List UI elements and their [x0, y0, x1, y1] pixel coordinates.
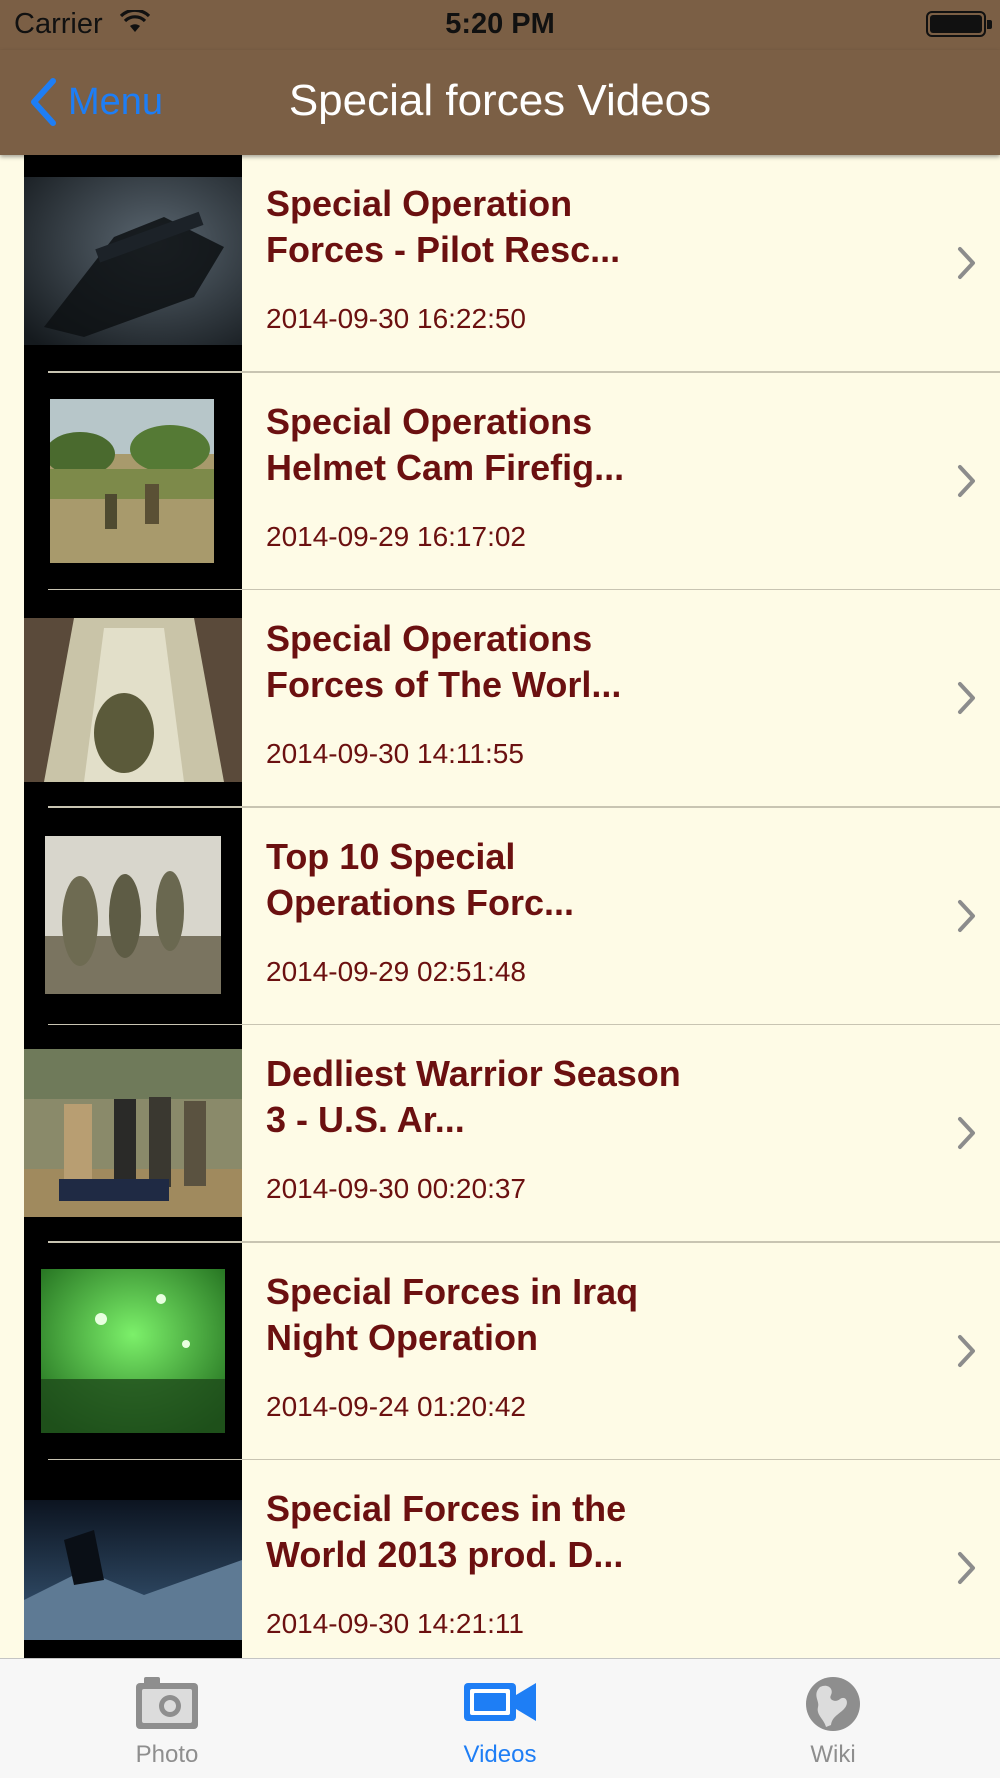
chevron-right-icon	[958, 464, 975, 497]
video-date: 2014-09-30 16:22:50	[266, 303, 526, 334]
video-date: 2014-09-29 02:51:48	[266, 955, 526, 987]
video-date: 2014-09-29 16:17:02	[266, 520, 526, 552]
tab-wiki-label: Wiki	[810, 1741, 856, 1768]
video-row[interactable]: Special Forces in Iraq Night Operation 2…	[0, 1242, 1000, 1460]
tab-wiki[interactable]: Wiki	[733, 1659, 933, 1778]
chevron-right-icon	[958, 1334, 975, 1367]
tab-videos-label: Videos	[463, 1741, 537, 1768]
battery-icon	[926, 11, 992, 37]
video-thumbnail	[24, 1460, 242, 1658]
video-date: 2014-09-30 00:20:37	[266, 1173, 526, 1204]
tab-videos[interactable]: Videos	[400, 1659, 600, 1778]
video-title: Top 10 Special Operations Forc...	[266, 835, 575, 923]
video-row[interactable]: Special Operation Forces - Pilot Resc...…	[0, 155, 1000, 373]
video-row[interactable]: Dedliest Warrior Season 3 - U.S. Ar... 2…	[0, 1025, 1000, 1243]
video-thumbnail	[24, 1242, 242, 1460]
video-title: Special Operations Helmet Cam Firefig...	[266, 400, 625, 488]
chevron-right-icon	[958, 247, 975, 279]
video-camera-icon	[464, 1683, 536, 1721]
video-row[interactable]: Special Forces in the World 2013 prod. D…	[0, 1460, 1000, 1658]
video-title: Special Forces in the World 2013 prod. D…	[266, 1488, 627, 1575]
video-thumbnail	[24, 590, 242, 808]
chevron-right-icon	[958, 1117, 975, 1149]
globe-icon	[806, 1677, 860, 1731]
video-thumbnail	[24, 807, 242, 1025]
video-title: Special Operation Forces - Pilot Resc...	[266, 183, 621, 270]
video-title: Special Forces in Iraq Night Operation	[266, 1270, 639, 1358]
video-thumbnail	[24, 1025, 242, 1243]
video-title: Special Operations Forces of The Worl...	[266, 618, 622, 705]
video-date: 2014-09-30 14:21:11	[266, 1608, 524, 1639]
tab-photo-label: Photo	[135, 1741, 199, 1768]
chevron-right-icon	[958, 682, 975, 714]
video-row[interactable]: Special Operations Helmet Cam Firefig...…	[0, 372, 1000, 590]
status-bar: Carrier 5:20 PM	[0, 0, 1000, 50]
chevron-right-icon	[958, 899, 975, 932]
video-thumbnail	[24, 372, 242, 590]
video-date: 2014-09-30 14:11:55	[266, 738, 524, 769]
video-row[interactable]: Top 10 Special Operations Forc... 2014-0…	[0, 807, 1000, 1025]
navigation-bar: Menu Special forces Videos	[0, 50, 1000, 155]
tab-bar: Photo Videos Wiki	[0, 1658, 1000, 1778]
video-date: 2014-09-24 01:20:42	[266, 1390, 526, 1422]
chevron-right-icon	[958, 1552, 975, 1584]
camera-icon	[136, 1677, 198, 1729]
video-list[interactable]: Special Operation Forces - Pilot Resc...…	[0, 155, 1000, 1658]
video-row[interactable]: Special Operations Forces of The Worl...…	[0, 590, 1000, 808]
tab-photo[interactable]: Photo	[67, 1659, 267, 1778]
video-thumbnail	[24, 155, 242, 373]
video-title: Dedliest Warrior Season 3 - U.S. Ar...	[266, 1053, 681, 1140]
page-title: Special forces Videos	[288, 76, 712, 125]
status-time: 5:20 PM	[445, 8, 555, 40]
